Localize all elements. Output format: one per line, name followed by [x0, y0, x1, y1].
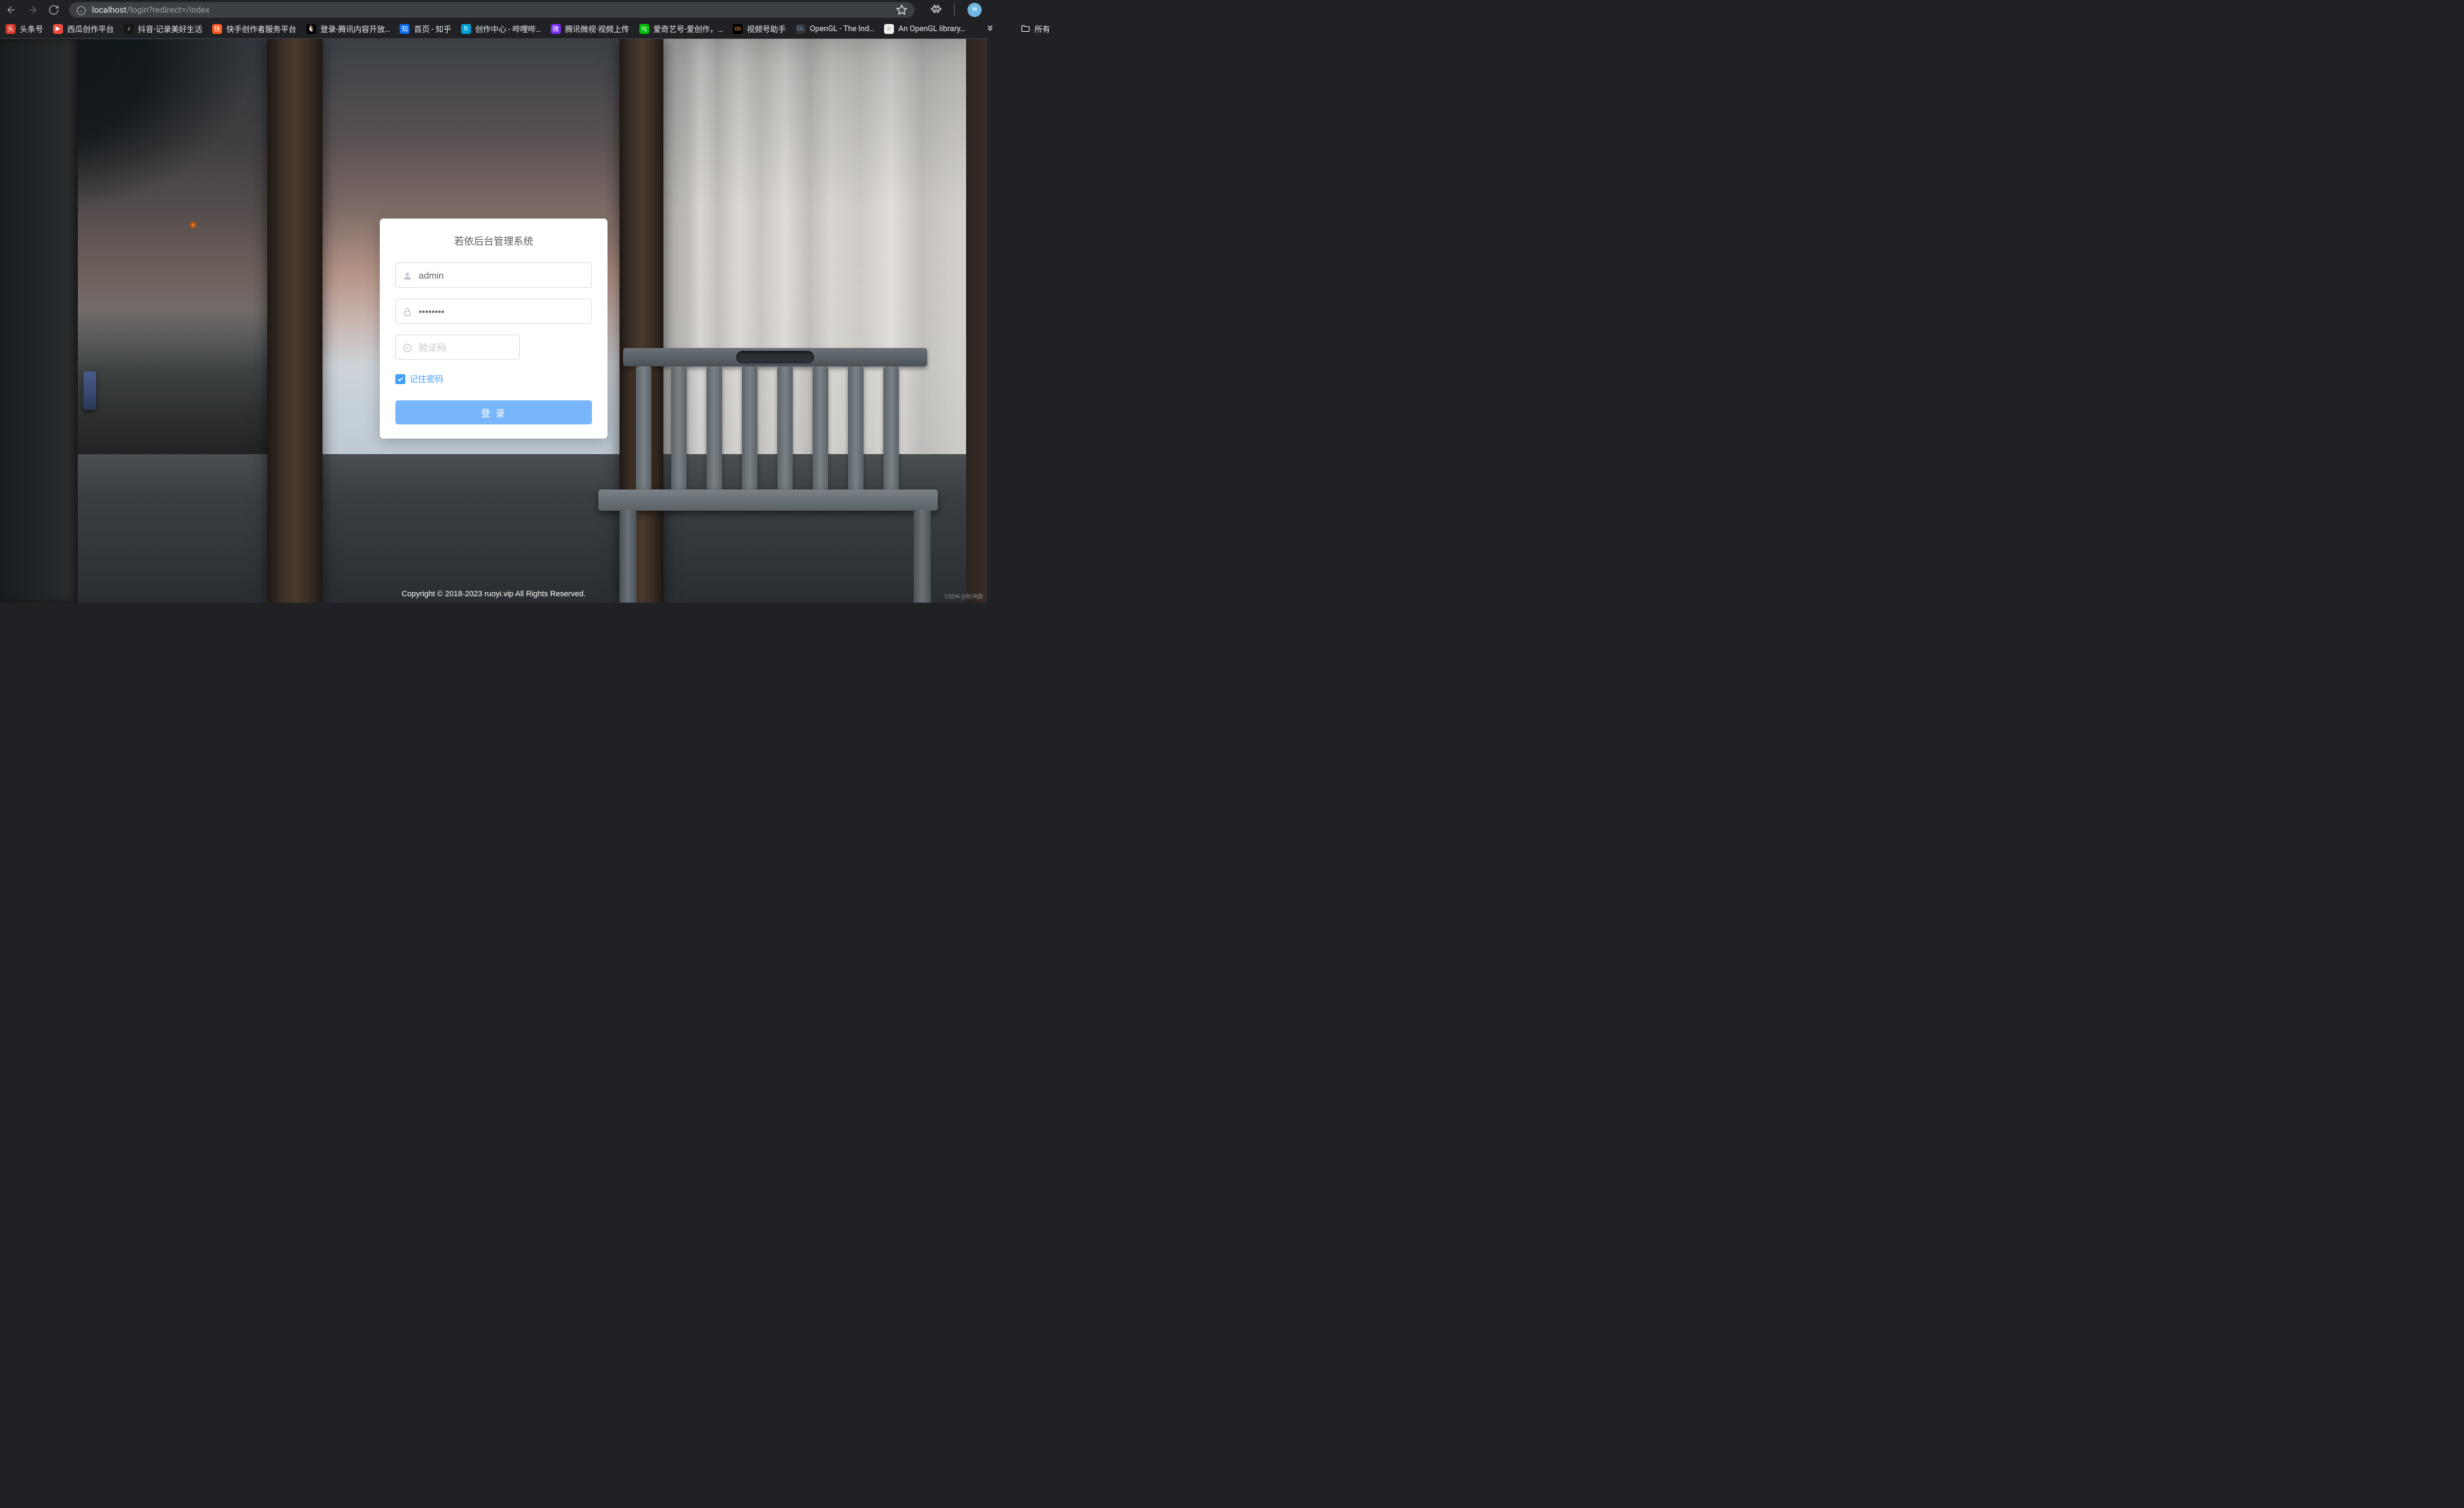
bookmark-label: 首页 - 知乎 — [414, 23, 451, 35]
username-field-wrap — [395, 262, 592, 288]
captcha-input[interactable] — [395, 335, 520, 360]
bookmark-label: 快手创作者服务平台 — [226, 23, 296, 35]
remember-label: 记住密码 — [409, 373, 443, 385]
bookmark-favicon: 头 — [6, 24, 16, 34]
url-bar[interactable]: localhost/login?redirect=/index — [69, 2, 914, 18]
toolbar-separator — [954, 4, 955, 16]
bookmark-item[interactable]: ♪ 抖音-记录美好生活 — [124, 23, 202, 35]
all-bookmarks-button[interactable]: 所有 — [1021, 23, 1050, 35]
bookmark-item[interactable]: 快快手创作者服务平台 — [212, 23, 296, 35]
site-info-icon[interactable] — [76, 5, 86, 15]
nav-back-button[interactable] — [6, 4, 17, 16]
bookmark-label: OpenGL - The Ind… — [810, 24, 874, 33]
browser-toolbar: localhost/login?redirect=/index H — [0, 0, 987, 19]
password-input[interactable] — [395, 298, 592, 324]
bookmarks-bar: 头头条号 ▶ 西瓜创作平台 ♪ 抖音-记录美好生活快快手创作者服务平台 🐧 登录-腾讯内容开… — [0, 19, 987, 39]
bookmark-label: 腾讯微视·视频上传 — [565, 23, 629, 35]
bookmark-item[interactable]: 知首页 - 知乎 — [400, 23, 451, 35]
page-content: 若依后台管理系统 记住密码 登 录 Copyright © 2 — [0, 39, 987, 603]
bookmark-item[interactable]: b 创作中心 - 哔哩哔… — [461, 23, 541, 35]
bookmark-item[interactable]: ○ An OpenGL library… — [884, 24, 965, 34]
bookmark-favicon: ▶ — [53, 24, 63, 34]
browser-chrome: localhost/login?redirect=/index H 头头条号 ▶ 西… — [0, 0, 987, 39]
bookmark-label: An OpenGL library… — [898, 24, 965, 33]
footer-copyright: Copyright © 2018-2023 ruoyi.vip All Righ… — [402, 590, 586, 598]
username-input[interactable] — [395, 262, 592, 288]
lock-icon — [402, 306, 412, 316]
password-field-wrap — [395, 298, 592, 324]
bookmark-favicon: ♪ — [124, 24, 134, 34]
watermark: CSDN @秋鸿群 — [945, 593, 983, 601]
captcha-field-wrap — [395, 335, 520, 360]
bookmark-favicon: 🐧 — [306, 24, 316, 34]
extensions-icon[interactable] — [930, 4, 941, 16]
bookmark-item[interactable]: ∞ 视频号助手 — [733, 23, 786, 35]
bookmark-item[interactable]: 微腾讯微视·视频上传 — [551, 23, 629, 35]
bookmark-item[interactable]: iq 爱奇艺号-爱创作，… — [639, 23, 723, 35]
bookmark-item[interactable]: 头头条号 — [6, 23, 43, 35]
bookmark-label: 爱奇艺号-爱创作，… — [653, 23, 723, 35]
bookmark-item[interactable]: ▶ 西瓜创作平台 — [53, 23, 114, 35]
bookmark-label: 登录-腾讯内容开放… — [320, 23, 390, 35]
url-text: localhost/login?redirect=/index — [92, 5, 890, 15]
bookmark-favicon: 知 — [400, 24, 409, 34]
bookmarks-overflow[interactable] — [985, 24, 995, 34]
user-icon — [402, 270, 412, 280]
bookmark-favicon: 快 — [212, 24, 222, 34]
remember-checkbox-wrap[interactable]: 记住密码 — [395, 373, 592, 385]
bookmark-label: 西瓜创作平台 — [67, 23, 114, 35]
all-bookmarks-label: 所有 — [1035, 23, 1050, 35]
bookmark-favicon: ○ — [884, 24, 894, 34]
bookmark-label: 头条号 — [20, 23, 43, 35]
bookmark-favicon: ∞ — [733, 24, 743, 34]
shield-icon — [402, 342, 412, 352]
profile-avatar[interactable]: H — [967, 3, 982, 17]
bookmark-favicon: b — [461, 24, 471, 34]
bookmark-label: 抖音-记录美好生活 — [138, 23, 202, 35]
star-icon[interactable] — [896, 4, 907, 16]
login-button[interactable]: 登 录 — [395, 400, 592, 424]
login-card: 若依后台管理系统 记住密码 登 录 — [380, 219, 608, 439]
bookmark-item[interactable]: 🐧 登录-腾讯内容开放… — [306, 23, 390, 35]
bookmark-label: 创作中心 - 哔哩哔… — [475, 23, 541, 35]
bookmark-label: 视频号助手 — [747, 23, 786, 35]
login-title: 若依后台管理系统 — [395, 234, 592, 248]
remember-checkbox[interactable] — [395, 374, 405, 384]
bookmark-favicon: 微 — [551, 24, 561, 34]
bookmark-item[interactable]: GL OpenGL - The Ind… — [796, 24, 874, 34]
nav-forward-button[interactable] — [27, 4, 38, 16]
nav-reload-button[interactable] — [48, 4, 59, 16]
bookmark-favicon: GL — [796, 24, 806, 34]
bookmark-favicon: iq — [639, 24, 649, 34]
